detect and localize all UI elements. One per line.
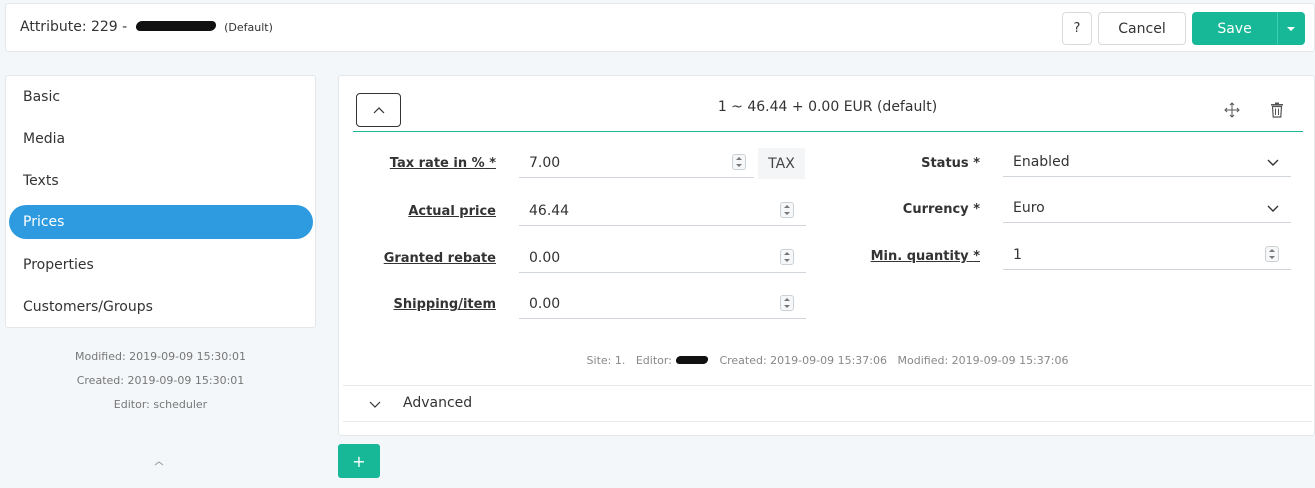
tax-rate-label-text: Tax rate in %: [389, 156, 485, 171]
help-button[interactable]: ?: [1062, 12, 1092, 45]
add-price-button[interactable]: +: [338, 444, 380, 478]
sidebar-item-properties[interactable]: Properties: [9, 248, 313, 282]
move-icon[interactable]: [1224, 102, 1240, 118]
status-select[interactable]: Enabled: [1003, 147, 1291, 177]
redacted-editor: [675, 356, 709, 364]
item-modified: Modified: 2019-09-09 15:30:01: [75, 350, 246, 363]
required-marker: *: [973, 249, 980, 264]
tax-rate-input[interactable]: 7.00: [519, 148, 754, 178]
divider: [343, 421, 1312, 422]
currency-select[interactable]: Euro: [1003, 193, 1291, 223]
advanced-toggle[interactable]: Advanced: [403, 395, 472, 411]
sidebar-item-basic[interactable]: Basic: [9, 80, 313, 114]
sidebar-nav: Basic Media Texts Prices Properties Cust…: [5, 75, 316, 328]
price-card: 1 ~ 46.44 + 0.00 EUR (default) Tax rate …: [338, 75, 1315, 436]
chevron-down-icon: [1267, 159, 1279, 166]
min-quantity-label-text: Min. quantity: [870, 249, 969, 264]
min-quantity-label: Min. quantity *: [871, 249, 980, 264]
status-label-text: Status: [921, 156, 969, 171]
price-summary: 1 ~ 46.44 + 0.00 EUR (default): [717, 99, 938, 115]
meta-site: Site: 1.: [586, 354, 626, 367]
required-marker: *: [489, 156, 496, 171]
page-title-prefix: Attribute: 229 -: [20, 19, 128, 35]
required-marker: *: [973, 202, 980, 217]
min-quantity-input[interactable]: 1: [1003, 240, 1291, 270]
actual-price-label: Actual price: [408, 204, 496, 219]
actual-price-input[interactable]: 46.44: [519, 196, 806, 226]
granted-rebate-stepper[interactable]: [780, 249, 794, 265]
save-options-button[interactable]: [1277, 12, 1305, 45]
sidebar-item-texts[interactable]: Texts: [9, 164, 313, 198]
price-meta: Site: 1. Editor: Created: 2019-09-09 15:…: [339, 354, 1315, 367]
chevron-down-icon[interactable]: [369, 401, 381, 409]
tax-addon: TAX: [758, 148, 805, 179]
cancel-button[interactable]: Cancel: [1098, 12, 1186, 45]
page-title: Attribute: 229 - (Default): [20, 19, 273, 35]
tax-rate-stepper[interactable]: [732, 154, 746, 170]
chevron-down-icon: [1267, 205, 1279, 212]
currency-label: Currency *: [903, 202, 980, 217]
divider: [353, 131, 1303, 132]
status-label: Status *: [921, 156, 980, 171]
meta-created: Created: 2019-09-09 15:37:06: [719, 354, 887, 367]
chevron-up-icon[interactable]: [154, 459, 164, 469]
actual-price-stepper[interactable]: [780, 202, 794, 218]
trash-icon[interactable]: [1270, 102, 1284, 118]
shipping-label: Shipping/item: [393, 297, 496, 312]
meta-modified: Modified: 2019-09-09 15:37:06: [897, 354, 1069, 367]
required-marker: *: [973, 156, 980, 171]
sidebar-item-customers-groups[interactable]: Customers/Groups: [9, 290, 313, 324]
item-editor: Editor: scheduler: [113, 398, 208, 411]
redacted-name: [134, 21, 217, 31]
granted-rebate-label: Granted rebate: [383, 251, 496, 266]
meta-editor: Editor:: [635, 354, 672, 367]
caret-down-icon: [1287, 26, 1295, 31]
shipping-stepper[interactable]: [780, 295, 794, 311]
min-quantity-stepper[interactable]: [1265, 246, 1279, 262]
tax-rate-label: Tax rate in % *: [390, 156, 496, 171]
divider: [343, 385, 1312, 386]
page-title-suffix: (Default): [224, 21, 273, 34]
currency-label-text: Currency: [902, 202, 969, 217]
save-button[interactable]: Save: [1192, 12, 1277, 45]
sidebar-item-prices[interactable]: Prices: [9, 205, 313, 239]
item-created: Created: 2019-09-09 15:30:01: [76, 374, 245, 387]
sidebar-item-media[interactable]: Media: [9, 122, 313, 156]
granted-rebate-input[interactable]: 0.00: [519, 243, 806, 273]
page-header: Attribute: 229 - (Default) ? Cancel Save: [5, 3, 1315, 52]
shipping-input[interactable]: 0.00: [519, 289, 806, 319]
